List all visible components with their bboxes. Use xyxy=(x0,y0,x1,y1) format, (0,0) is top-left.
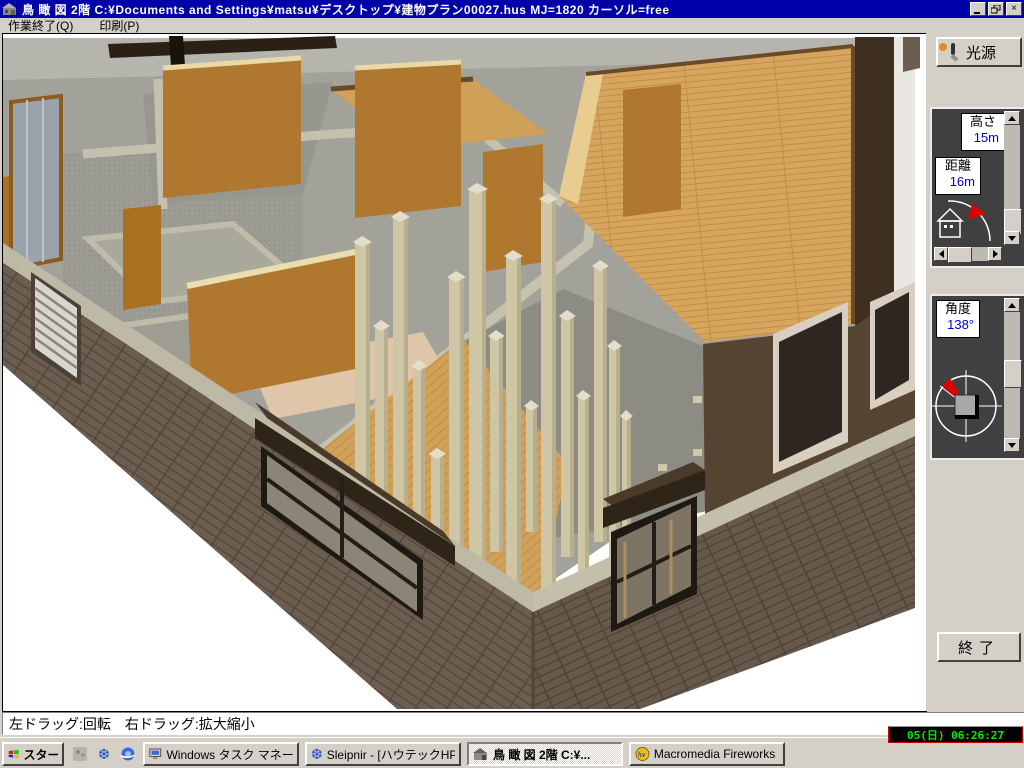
computer-icon xyxy=(149,747,162,761)
task-label: 鳥 瞰 図 2階 C:¥... xyxy=(493,746,590,763)
quicklaunch-ie-icon[interactable] xyxy=(118,744,138,764)
camera-scroll-down-button[interactable] xyxy=(1004,231,1020,245)
app-house-icon xyxy=(473,747,489,761)
svg-text:fw: fw xyxy=(638,750,646,759)
windows-logo-icon xyxy=(8,747,20,761)
task-button-sleipnir[interactable]: ❆ Sleipnir - [ハウテックHP] xyxy=(305,742,461,766)
task-button-fireworks[interactable]: fw Macromedia Fireworks ... xyxy=(629,742,785,766)
angle-vscroll-thumb[interactable] xyxy=(1004,360,1022,388)
house-3d-view[interactable] xyxy=(2,33,927,712)
snowflake-icon: ❆ xyxy=(311,746,323,763)
task-label: Sleipnir - [ハウテックHP] xyxy=(327,746,455,763)
camera-panel: 高さ 15m 距離 16m xyxy=(930,107,1024,268)
app-house-icon xyxy=(2,2,18,16)
angle-scroll-down-button[interactable] xyxy=(1004,438,1020,452)
digital-clock-overlay: 05(日) 06:26:27 xyxy=(888,726,1023,743)
camera-scroll-up-button[interactable] xyxy=(1004,111,1020,125)
exit-button[interactable]: 終了 xyxy=(937,632,1021,662)
angle-readout: 角度 138° xyxy=(936,300,980,338)
taskbar: スタート ❆ Windows タスク マネージャ ❆ Sleipnir - [ハ… xyxy=(0,737,1024,768)
minimize-button[interactable] xyxy=(970,2,986,16)
control-panel: 光源 高さ 15m 距離 16m xyxy=(926,32,1024,711)
fireworks-icon: fw xyxy=(635,746,650,762)
task-button-task-manager[interactable]: Windows タスク マネージャ xyxy=(143,742,299,766)
task-label: Windows タスク マネージャ xyxy=(166,746,293,763)
camera-hscroll-thumb[interactable] xyxy=(948,247,972,263)
quicklaunch-sleipnir-icon[interactable]: ❆ xyxy=(94,744,114,764)
angle-panel: 角度 138° xyxy=(930,294,1024,460)
camera-scroll-left-button[interactable] xyxy=(934,247,948,261)
start-label: スタート xyxy=(24,746,59,763)
menu-item-end-work[interactable]: 作業終了(Q) xyxy=(8,17,73,34)
menubar: 作業終了(Q) 印刷(P) xyxy=(0,18,1024,32)
light-pen-icon xyxy=(938,41,962,63)
restore-button[interactable] xyxy=(988,2,1004,16)
drag-hint: 左ドラッグ:回転 右ドラッグ:拡大縮小 xyxy=(9,714,255,734)
task-label: Macromedia Fireworks ... xyxy=(654,747,779,761)
window-titlebar: 鳥 瞰 図 2階 C:¥Documents and Settings¥matsu… xyxy=(0,0,1024,18)
application-window: 鳥 瞰 図 2階 C:¥Documents and Settings¥matsu… xyxy=(0,0,1024,768)
angle-label: 角度 xyxy=(945,301,971,316)
house-3d-render xyxy=(3,34,924,709)
angle-value: 138° xyxy=(937,317,979,333)
angle-compass-dial[interactable] xyxy=(932,340,1002,452)
house-distance-dial xyxy=(934,195,1000,245)
digital-clock-text: 05(日) 06:26:27 xyxy=(907,727,1004,743)
height-value: 15m xyxy=(962,130,1004,146)
height-readout: 高さ 15m xyxy=(961,113,1005,151)
menu-item-print[interactable]: 印刷(P) xyxy=(99,17,139,34)
window-title: 鳥 瞰 図 2階 C:¥Documents and Settings¥matsu… xyxy=(22,1,670,18)
distance-label: 距離 xyxy=(945,158,971,173)
quicklaunch-desktop-icon[interactable] xyxy=(70,744,90,764)
camera-scroll-right-button[interactable] xyxy=(988,247,1002,261)
task-button-birdview-active[interactable]: 鳥 瞰 図 2階 C:¥... xyxy=(467,742,623,766)
light-source-button[interactable]: 光源 xyxy=(936,37,1022,67)
distance-readout: 距離 16m xyxy=(935,157,981,195)
light-source-label: 光源 xyxy=(966,42,996,63)
statusbar: 左ドラッグ:回転 右ドラッグ:拡大縮小 xyxy=(2,712,1024,735)
start-button[interactable]: スタート xyxy=(2,742,64,766)
angle-scroll-up-button[interactable] xyxy=(1004,298,1020,312)
distance-value: 16m xyxy=(936,174,980,190)
close-button[interactable]: × xyxy=(1006,2,1022,16)
height-label: 高さ xyxy=(970,114,996,129)
